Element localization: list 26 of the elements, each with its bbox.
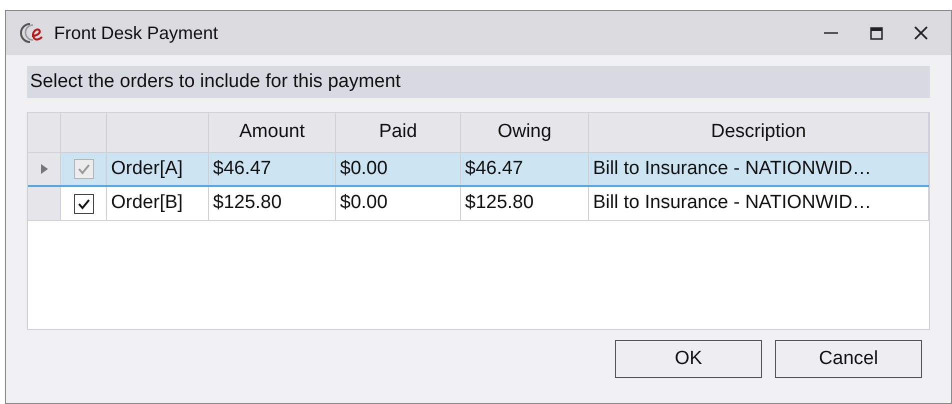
- table-cell: $0.00: [336, 153, 461, 185]
- table-cell: $46.47: [461, 153, 589, 185]
- check-icon: [76, 196, 90, 210]
- table-cell: Order[A]: [107, 153, 209, 185]
- table-row[interactable]: Order[B] $125.80 $0.00 $125.80 Bill to Insurance - NATIONWID…: [28, 187, 929, 221]
- minimize-icon: [824, 31, 838, 35]
- dialog-button[interactable]: Cancel: [775, 340, 922, 378]
- table-cell: $125.80: [461, 187, 589, 220]
- column-header[interactable]: Amount: [209, 113, 336, 152]
- column-header[interactable]: Paid: [336, 113, 461, 152]
- table-cell: $125.80: [209, 187, 336, 220]
- table-cell: $0.00: [336, 187, 461, 220]
- table-cell: Bill to Insurance - NATIONWID…: [589, 187, 929, 220]
- column-header[interactable]: Owing: [461, 113, 589, 152]
- check-icon: [76, 162, 90, 176]
- column-header[interactable]: Description: [589, 113, 929, 152]
- table-cell: Bill to Insurance - NATIONWID…: [589, 153, 929, 185]
- table-cell: Order[B]: [107, 187, 209, 220]
- checkbox[interactable]: [74, 194, 94, 214]
- close-icon: [914, 26, 928, 40]
- table-cell: $46.47: [209, 153, 336, 185]
- maximize-icon: [870, 26, 882, 40]
- dialog-button[interactable]: OK: [615, 340, 762, 378]
- instruction-bar: Select the orders to include for this payment: [27, 66, 930, 98]
- row-indicator-icon: [40, 164, 48, 174]
- window-title: Front Desk Payment: [54, 22, 218, 45]
